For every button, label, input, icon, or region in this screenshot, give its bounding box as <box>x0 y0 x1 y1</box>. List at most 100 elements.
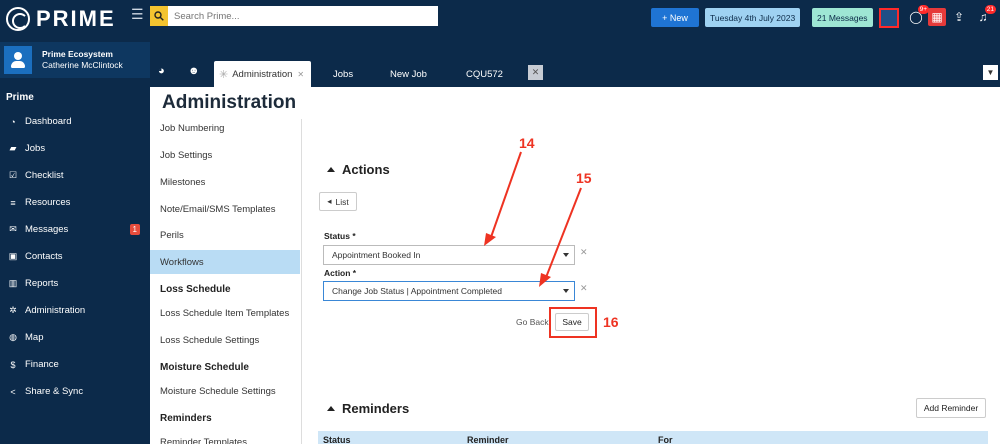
submenu-item-loss-schedule-settings[interactable]: Loss Schedule Settings <box>150 328 300 352</box>
tab-new-job[interactable]: New Job <box>390 69 427 80</box>
status-select[interactable]: Appointment Booked In <box>323 245 575 265</box>
globe-icon: ◍ <box>9 332 17 342</box>
sidebar-item-resources[interactable]: ≡ Resources <box>0 189 150 216</box>
dropdown-arrow-icon <box>563 289 569 293</box>
sidebar-item-map[interactable]: ◍ Map <box>0 324 150 351</box>
sidebar-item-label: Map <box>25 332 44 343</box>
messages-button[interactable]: 21 Messages <box>812 8 873 27</box>
asterisk-icon: ✳ <box>219 68 229 81</box>
user-org: Prime Ecosystem <box>42 49 113 59</box>
go-back-link[interactable]: Go Back <box>516 317 549 327</box>
sidebar-item-reports[interactable]: ▥ Reports <box>0 270 150 297</box>
column-header-for[interactable]: For <box>658 435 673 444</box>
submenu-heading-moisture-schedule: Moisture Schedule <box>160 361 249 373</box>
main-content: Actions ◂ List Status * Appointment Book… <box>303 119 1000 444</box>
submenu-item-moisture-schedule-settings[interactable]: Moisture Schedule Settings <box>150 379 300 403</box>
hamburger-menu-icon[interactable]: ☰ <box>131 6 144 23</box>
sidebar-item-label: Reports <box>25 278 59 289</box>
sidebar-item-label: Share & Sync <box>25 386 84 397</box>
status-value: Appointment Booked In <box>332 250 421 260</box>
highlighted-square-button[interactable] <box>879 8 899 28</box>
tab-bar: ◕ ☻ ✳ Administration ✕ Jobs New Job CQU5… <box>150 33 1000 87</box>
sidebar-nav: ◔ Dashboard ▰ Jobs ☑ Checklist ≡ Resourc… <box>0 108 150 405</box>
list-button[interactable]: ◂ List <box>319 192 357 211</box>
users-icon[interactable]: ☻ <box>188 65 200 77</box>
submenu-item-job-numbering[interactable]: Job Numbering <box>150 119 300 140</box>
database-icon: ≡ <box>10 197 16 208</box>
actions-section-title[interactable]: Actions <box>327 162 390 177</box>
action-label: Action * <box>324 268 357 278</box>
sidebar-item-messages[interactable]: ✉ Messages 1 <box>0 216 150 243</box>
prime-logo-icon <box>6 7 30 31</box>
reminders-section-title[interactable]: Reminders <box>327 401 409 416</box>
search-button[interactable] <box>150 6 168 26</box>
page-title: Administration <box>162 92 297 113</box>
dollar-icon: $ <box>10 359 16 370</box>
topbar: + New Tuesday 4th July 2023 21 Messages … <box>150 0 1000 33</box>
user-profile[interactable]: Prime Ecosystem Catherine McClintock <box>0 42 150 78</box>
submenu-item-perils[interactable]: Perils <box>150 223 300 247</box>
bell-icon[interactable]: ♫ 21 <box>974 5 996 26</box>
clear-status-icon[interactable]: ✕ <box>580 247 588 258</box>
list-label: List <box>335 196 349 207</box>
search-box <box>150 6 438 26</box>
dropdown-arrow-icon <box>563 253 569 257</box>
status-label: Status * <box>324 231 356 241</box>
speedometer-icon[interactable]: ◕ <box>158 65 165 77</box>
sidebar-item-label: Checklist <box>25 170 64 181</box>
submenu-heading-reminders: Reminders <box>160 412 212 424</box>
logo-text: PRIME <box>36 6 116 31</box>
annotation-15: 15 <box>576 170 592 186</box>
sidebar-item-finance[interactable]: $ Finance <box>0 351 150 378</box>
sidebar-item-contacts[interactable]: ▣ Contacts <box>0 243 150 270</box>
tab-label: Administration <box>232 68 293 80</box>
chat-icon[interactable]: ◯ 9+ <box>907 5 929 26</box>
calendar-icon[interactable]: ▦ <box>928 8 946 26</box>
sidebar-item-label: Contacts <box>25 251 63 262</box>
close-icon[interactable]: ✕ <box>297 70 304 79</box>
save-highlight-box <box>549 307 597 338</box>
dashboard-icon: ◔ <box>10 116 16 127</box>
folder-icon: ▰ <box>9 143 17 153</box>
admin-submenu: Job Numbering Job Settings Milestones No… <box>150 119 302 444</box>
sidebar-item-label: Dashboard <box>25 116 72 127</box>
section-title-text: Reminders <box>342 401 410 416</box>
sidebar-item-administration[interactable]: ✲ Administration <box>0 297 150 324</box>
new-button[interactable]: + New <box>651 8 699 27</box>
notification-badge: 21 <box>984 5 996 14</box>
search-input[interactable] <box>168 10 428 22</box>
column-header-reminder[interactable]: Reminder <box>467 435 509 444</box>
sidebar-item-share-sync[interactable]: < Share & Sync <box>0 378 150 405</box>
bar-chart-icon: ▥ <box>8 278 18 288</box>
search-icon <box>154 11 164 21</box>
sidebar-item-dashboard[interactable]: ◔ Dashboard <box>0 108 150 135</box>
upload-icon[interactable]: ⇪ <box>950 8 968 26</box>
close-tab-icon[interactable]: ✕ <box>528 65 543 80</box>
annotation-16: 16 <box>603 314 619 330</box>
submenu-item-reminder-templates[interactable]: Reminder Templates <box>150 430 300 444</box>
column-header-status[interactable]: Status <box>323 435 351 444</box>
sidebar-section-label: Prime <box>6 92 34 103</box>
submenu-item-job-settings[interactable]: Job Settings <box>150 143 300 167</box>
messages-badge: 1 <box>129 224 140 235</box>
sidebar-item-jobs[interactable]: ▰ Jobs <box>0 135 150 162</box>
submenu-item-templates[interactable]: Note/Email/SMS Templates <box>150 197 300 221</box>
tab-administration[interactable]: ✳ Administration ✕ <box>214 61 311 87</box>
add-reminder-button[interactable]: Add Reminder <box>916 398 986 418</box>
submenu-item-loss-schedule-item-templates[interactable]: Loss Schedule Item Templates <box>150 301 300 325</box>
submenu-item-milestones[interactable]: Milestones <box>150 170 300 194</box>
envelope-icon: ✉ <box>9 224 17 234</box>
action-value: Change Job Status | Appointment Complete… <box>332 286 502 296</box>
tab-jobs[interactable]: Jobs <box>333 69 353 80</box>
submenu-item-workflows[interactable]: Workflows <box>150 250 300 274</box>
clear-action-icon[interactable]: ✕ <box>580 283 588 294</box>
share-icon: < <box>10 386 16 397</box>
sidebar-item-checklist[interactable]: ☑ Checklist <box>0 162 150 189</box>
action-select[interactable]: Change Job Status | Appointment Complete… <box>323 281 575 301</box>
logo[interactable]: PRIME <box>6 4 116 34</box>
sidebar-item-label: Resources <box>25 197 71 208</box>
chevron-down-icon[interactable]: ▼ <box>983 65 998 80</box>
tab-cqu572[interactable]: CQU572 <box>466 69 503 80</box>
sidebar-item-label: Finance <box>25 359 59 370</box>
user-name: Catherine McClintock <box>42 60 123 70</box>
